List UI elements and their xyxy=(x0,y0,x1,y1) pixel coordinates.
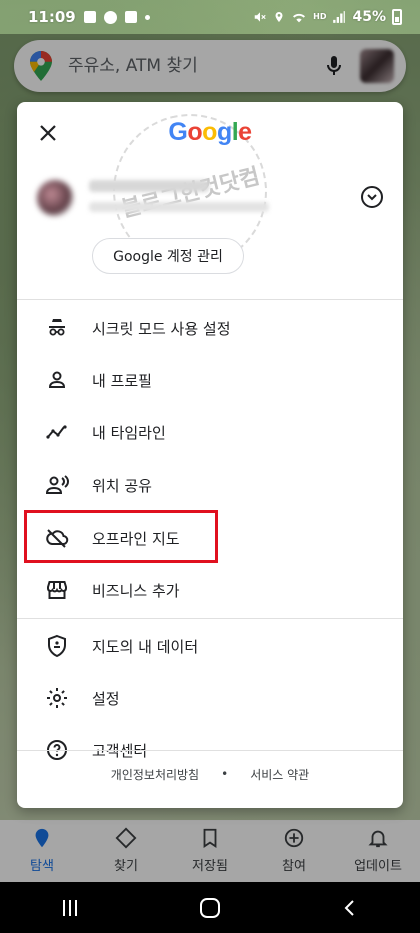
chevron-down-icon xyxy=(367,194,377,201)
more-notifications-icon xyxy=(144,14,150,20)
nav-label: 참여 xyxy=(282,859,306,874)
menu-item-profile[interactable]: 내 프로필 xyxy=(17,354,403,406)
cloud-off-icon xyxy=(45,526,69,550)
menu-item-add-business[interactable]: 비즈니스 추가 xyxy=(17,564,403,616)
mute-icon xyxy=(254,12,266,22)
directions-icon xyxy=(115,827,137,849)
recents-icon xyxy=(63,899,77,916)
privacy-policy-link[interactable]: 개인정보처리방침 xyxy=(111,766,199,783)
bottom-navigation: 탐색 찾기 저장됨 참여 업데이트 xyxy=(0,820,420,882)
menu-item-label: 오프라인 지도 xyxy=(92,529,180,548)
status-time: 11:09 xyxy=(28,8,76,26)
menu-item-offline-maps[interactable]: 오프라인 지도 xyxy=(17,512,403,564)
battery-icon xyxy=(392,9,402,25)
wifi-icon xyxy=(293,13,306,23)
account-switcher-button[interactable] xyxy=(361,186,383,208)
nav-explore[interactable]: 탐색 xyxy=(7,827,77,874)
system-navigation-bar xyxy=(0,882,420,933)
profile-email-redacted xyxy=(89,202,269,212)
gear-icon xyxy=(45,686,69,710)
divider xyxy=(17,750,403,751)
app-notification-icon xyxy=(124,11,137,23)
menu-item-label: 위치 공유 xyxy=(92,476,152,495)
menu-item-label: 내 프로필 xyxy=(92,371,152,390)
back-icon xyxy=(344,899,354,916)
divider xyxy=(17,299,403,300)
person-icon xyxy=(45,368,69,392)
status-bar: 11:09 HD 45% xyxy=(0,0,420,34)
back-button[interactable] xyxy=(330,888,370,928)
nav-label: 업데이트 xyxy=(354,859,402,874)
recents-button[interactable] xyxy=(50,888,90,928)
location-status-icon xyxy=(275,12,283,22)
menu-item-label: 비즈니스 추가 xyxy=(92,581,180,600)
bookmark-icon xyxy=(203,828,217,848)
menu-item-label: 지도의 내 데이터 xyxy=(92,637,199,656)
menu-item-label: 시크릿 모드 사용 설정 xyxy=(92,319,231,338)
terms-of-service-link[interactable]: 서비스 약관 xyxy=(250,766,309,783)
home-button[interactable] xyxy=(190,888,230,928)
shield-icon xyxy=(45,634,69,658)
divider xyxy=(17,618,403,619)
location-pin-icon xyxy=(35,828,49,848)
nav-label: 찾기 xyxy=(114,859,138,874)
timeline-icon xyxy=(45,420,69,444)
signal-icon xyxy=(333,11,346,23)
gallery-notification-icon xyxy=(83,11,96,23)
nav-contribute[interactable]: 참여 xyxy=(259,827,329,874)
location-sharing-icon xyxy=(45,473,69,497)
manage-account-button[interactable]: Google 계정 관리 xyxy=(92,238,244,274)
nav-saved[interactable]: 저장됨 xyxy=(175,827,245,874)
nav-label: 탐색 xyxy=(30,859,54,874)
nav-go[interactable]: 찾기 xyxy=(91,827,161,874)
menu-item-settings[interactable]: 설정 xyxy=(17,672,403,724)
profile-name-redacted xyxy=(89,180,209,192)
storefront-icon xyxy=(45,578,69,602)
battery-percent: 45% xyxy=(352,9,386,25)
menu-item-location-sharing[interactable]: 위치 공유 xyxy=(17,459,403,511)
google-logo-letter: G xyxy=(168,118,188,146)
add-circle-icon xyxy=(284,828,304,848)
footer-separator: • xyxy=(221,767,229,781)
google-logo: Google xyxy=(17,118,403,147)
menu-item-timeline[interactable]: 내 타임라인 xyxy=(17,406,403,458)
google-logo-letter: o xyxy=(202,118,217,146)
menu-item-label: 설정 xyxy=(92,689,120,708)
message-notification-icon xyxy=(103,10,117,24)
menu-item-label: 내 타임라인 xyxy=(92,423,166,442)
panel-footer: 개인정보처리방침 • 서비스 약관 xyxy=(17,754,403,794)
profile-avatar xyxy=(37,180,73,216)
network-type-label: HD xyxy=(313,12,327,21)
account-menu-panel: 블로그한컷닷컴 Google Google 계정 관리 시크릿 모드 사용 설정… xyxy=(17,102,403,808)
menu-item-your-data[interactable]: 지도의 내 데이터 xyxy=(17,620,403,672)
bell-icon xyxy=(368,830,388,848)
menu-item-incognito[interactable]: 시크릿 모드 사용 설정 xyxy=(17,302,403,354)
home-icon xyxy=(200,897,220,918)
incognito-icon xyxy=(45,316,69,340)
google-logo-letter: o xyxy=(187,118,203,146)
google-logo-letter: e xyxy=(238,118,252,146)
google-logo-letter: g xyxy=(216,118,232,146)
nav-label: 저장됨 xyxy=(192,859,228,874)
nav-updates[interactable]: 업데이트 xyxy=(343,827,413,874)
